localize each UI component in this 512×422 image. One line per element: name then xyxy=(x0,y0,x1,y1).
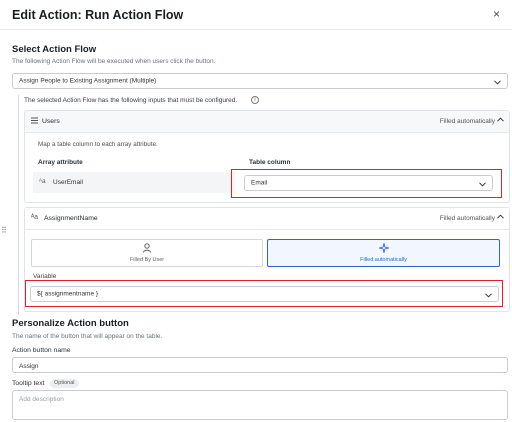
optional-badge: Optional xyxy=(50,379,79,388)
action-flow-select[interactable]: Assign People to Existing Assignment (Mu… xyxy=(12,73,508,89)
users-card-name: Users xyxy=(42,118,60,125)
user-icon xyxy=(143,243,152,255)
action-button-name-value: Assign xyxy=(19,363,39,370)
option-label: Filled automatically xyxy=(360,257,407,263)
list-icon xyxy=(31,117,38,126)
dialog-title: Edit Action: Run Action Flow xyxy=(12,8,184,22)
sparkle-icon xyxy=(377,241,390,255)
option-filled-automatically[interactable]: Filled automatically xyxy=(267,239,500,267)
action-button-name-input[interactable]: Assign xyxy=(12,357,508,373)
variable-label: Variable xyxy=(33,273,57,280)
action-flow-select-value: Assign People to Existing Assignment (Mu… xyxy=(19,77,157,85)
dialog-header: Edit Action: Run Action Flow × xyxy=(0,0,512,30)
chevron-up-icon[interactable] xyxy=(497,214,504,221)
select-flow-description: The following Action Flow will be execut… xyxy=(12,58,216,65)
users-card-header[interactable]: Users Filled automatically xyxy=(25,111,509,133)
chevron-up-icon[interactable] xyxy=(497,117,504,124)
map-description: Map a table column to each array attribu… xyxy=(38,141,158,148)
drag-handle-icon[interactable]: ⠿ xyxy=(1,226,7,235)
tooltip-text-label: Tooltip text xyxy=(12,380,45,387)
close-icon[interactable]: × xyxy=(493,7,500,21)
personalize-description: The name of the button that will appear … xyxy=(12,333,163,340)
column-header-table-column: Table column xyxy=(249,159,291,166)
tooltip-placeholder: Add description xyxy=(19,396,64,403)
highlight-table-column xyxy=(231,169,502,198)
tooltip-text-input[interactable]: Add description xyxy=(12,390,508,420)
assignment-card-name: AssignmentName xyxy=(44,215,98,222)
text-type-icon: ᴬa xyxy=(31,214,39,221)
chevron-down-icon xyxy=(494,72,501,90)
highlight-variable xyxy=(25,280,503,307)
select-flow-title: Select Action Flow xyxy=(12,44,97,55)
array-attribute-name: UserEmail xyxy=(53,179,83,186)
option-label: Filled By User xyxy=(129,257,165,263)
action-button-name-label: Action button name xyxy=(12,347,71,354)
inputs-info-text: The selected Action Flow has the followi… xyxy=(24,97,238,104)
array-attribute-row: ᴬa UserEmail xyxy=(33,172,235,193)
assignment-card-status: Filled automatically xyxy=(439,215,495,222)
personalize-title: Personalize Action button xyxy=(12,318,129,329)
assignment-card-header[interactable]: ᴬa AssignmentName Filled automatically xyxy=(25,208,509,230)
column-header-array-attribute: Array attribute xyxy=(38,159,83,166)
option-filled-by-user[interactable]: Filled By User xyxy=(31,239,263,267)
users-card-status: Filled automatically xyxy=(439,118,495,125)
text-type-icon: ᴬa xyxy=(39,178,46,185)
info-icon[interactable]: i xyxy=(251,96,259,104)
